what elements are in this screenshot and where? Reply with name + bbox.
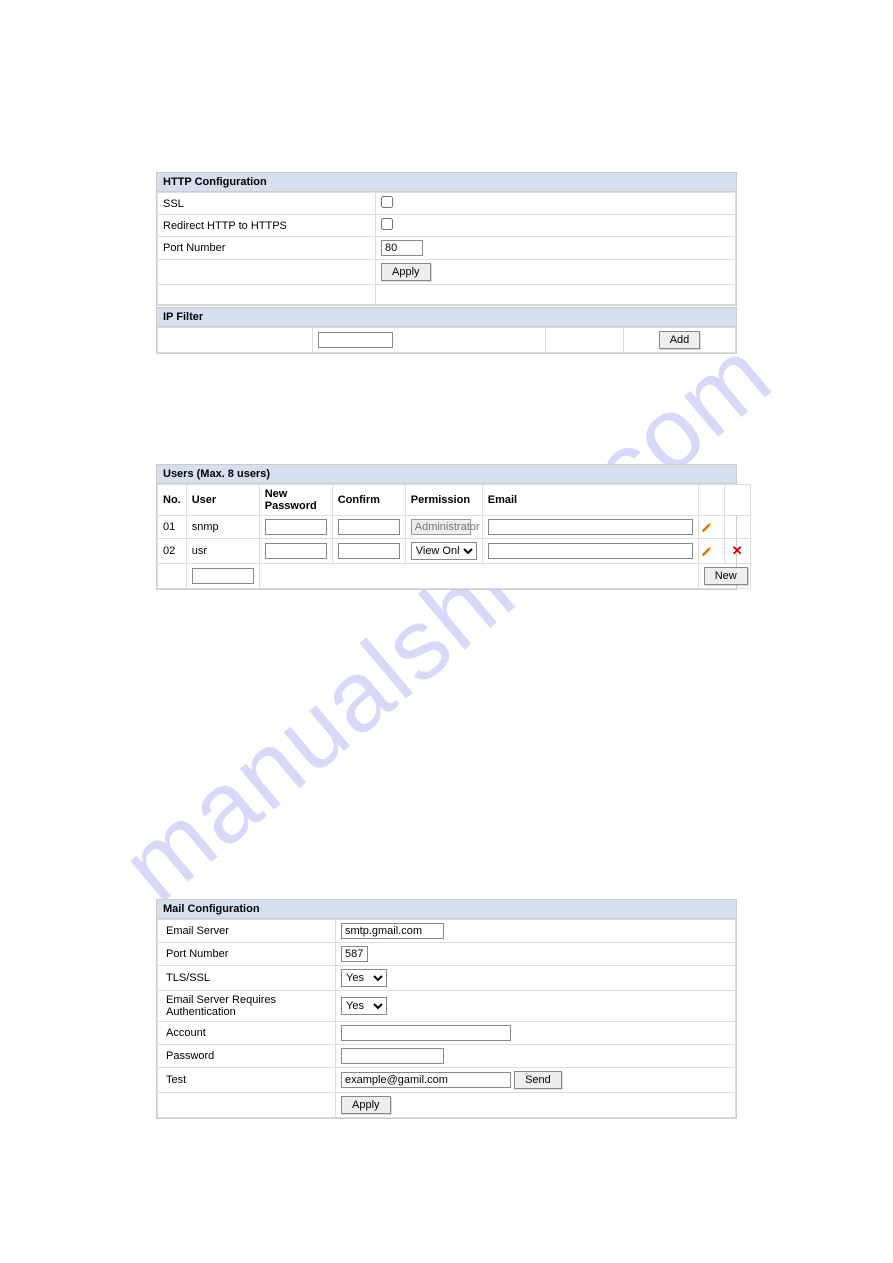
- mail-port-label: Port Number: [158, 943, 336, 966]
- watermark: manualshive.com: [100, 316, 793, 924]
- user-email-input[interactable]: [488, 519, 693, 535]
- test-email-input[interactable]: [341, 1072, 511, 1088]
- auth-label: Email Server Requires Authentication: [158, 991, 336, 1022]
- ip-filter-input[interactable]: [318, 332, 393, 348]
- ip-filter-table: Add: [157, 327, 736, 353]
- mail-port-input[interactable]: [341, 946, 368, 962]
- ssl-label: SSL: [158, 193, 376, 215]
- email-server-input[interactable]: [341, 923, 444, 939]
- user-no: 01: [158, 516, 187, 539]
- http-config-title: HTTP Configuration: [157, 173, 736, 192]
- redirect-label: Redirect HTTP to HTTPS: [158, 215, 376, 237]
- account-label: Account: [158, 1022, 336, 1045]
- user-name: snmp: [186, 516, 259, 539]
- mail-config-section: Mail Configuration Email Server Port Num…: [156, 899, 737, 1119]
- users-header-email: Email: [482, 485, 698, 516]
- port-label: Port Number: [158, 237, 376, 260]
- users-header-newpw: New Password: [259, 485, 332, 516]
- table-row-new: New: [158, 564, 751, 589]
- http-apply-button[interactable]: Apply: [381, 263, 431, 281]
- mail-config-title: Mail Configuration: [157, 900, 736, 919]
- users-table: No. User New Password Confirm Permission…: [157, 484, 751, 589]
- table-row: 02 usr View Only ✕: [158, 539, 751, 564]
- edit-icon[interactable]: [701, 521, 722, 533]
- ip-filter-section: IP Filter Add: [156, 307, 737, 354]
- users-header-permission: Permission: [405, 485, 482, 516]
- test-label: Test: [158, 1068, 336, 1093]
- redirect-checkbox[interactable]: [381, 218, 393, 230]
- table-row: 01 snmp Administrator: [158, 516, 751, 539]
- tls-label: TLS/SSL: [158, 966, 336, 991]
- user-newpw-input[interactable]: [265, 519, 327, 535]
- ssl-checkbox[interactable]: [381, 196, 393, 208]
- password-label: Password: [158, 1045, 336, 1068]
- edit-icon[interactable]: [701, 545, 722, 557]
- permission-readonly: Administrator: [411, 519, 471, 535]
- ip-filter-title: IP Filter: [157, 308, 736, 327]
- users-header-no: No.: [158, 485, 187, 516]
- mail-config-table: Email Server Port Number TLS/SSL Yes Ema…: [157, 919, 736, 1118]
- delete-icon[interactable]: ✕: [732, 543, 743, 558]
- user-email-input[interactable]: [488, 543, 693, 559]
- email-server-label: Email Server: [158, 920, 336, 943]
- new-user-input[interactable]: [192, 568, 254, 584]
- users-section: Users (Max. 8 users) No. User New Passwo…: [156, 464, 737, 590]
- permission-select[interactable]: View Only: [411, 542, 477, 560]
- user-newpw-input[interactable]: [265, 543, 327, 559]
- users-header-confirm: Confirm: [332, 485, 405, 516]
- users-title: Users (Max. 8 users): [157, 465, 736, 484]
- account-input[interactable]: [341, 1025, 511, 1041]
- user-confirm-input[interactable]: [338, 519, 400, 535]
- http-config-section: HTTP Configuration SSL Redirect HTTP to …: [156, 172, 737, 306]
- ip-filter-add-button[interactable]: Add: [659, 331, 701, 349]
- users-header-user: User: [186, 485, 259, 516]
- user-confirm-input[interactable]: [338, 543, 400, 559]
- new-user-button[interactable]: New: [704, 567, 748, 585]
- user-name: usr: [186, 539, 259, 564]
- http-config-table: SSL Redirect HTTP to HTTPS Port Number A…: [157, 192, 736, 305]
- port-input[interactable]: [381, 240, 423, 256]
- password-input[interactable]: [341, 1048, 444, 1064]
- auth-select[interactable]: Yes: [341, 997, 387, 1015]
- send-button[interactable]: Send: [514, 1071, 562, 1089]
- user-no: 02: [158, 539, 187, 564]
- mail-apply-button[interactable]: Apply: [341, 1096, 391, 1114]
- tls-select[interactable]: Yes: [341, 969, 387, 987]
